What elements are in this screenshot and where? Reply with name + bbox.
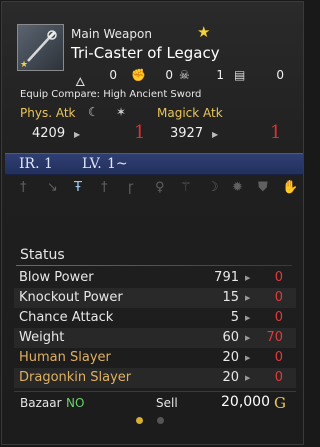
- resistance-row: 🜂 0 ✊ 0 ☠ 1 ▤ 0: [75, 68, 290, 89]
- rank-bar: IR. 1 LV. 1~: [5, 153, 303, 175]
- page-dot[interactable]: [157, 417, 164, 424]
- stat-label: Knockout Power: [19, 290, 123, 305]
- skull-icon: ☠: [179, 68, 190, 82]
- resist-value: 1: [216, 68, 224, 82]
- stat-value: 20: [222, 350, 239, 365]
- stat-value: 5: [230, 310, 239, 325]
- stat-value: 791: [214, 270, 239, 285]
- bazaar-value: NO: [66, 396, 85, 410]
- stat-row-human-slayer: Human Slayer 20 ▶ 0: [14, 348, 296, 368]
- stat-row-dragonkin-slayer: Dragonkin Slayer 20 ▶ 0: [14, 368, 296, 388]
- staff-slot-icon: Ŧ: [74, 180, 82, 195]
- gauntlet-slot-icon: ✋: [282, 180, 299, 195]
- rarity-star-small-icon: ★: [20, 60, 29, 70]
- arrow-right-icon: ▶: [245, 294, 251, 302]
- stat-label: Weight: [19, 330, 65, 345]
- ir-value: 1: [44, 156, 53, 172]
- stat-diff: 0: [274, 270, 283, 285]
- stat-diff: 0: [274, 370, 283, 385]
- shield-slot-icon: ⛊: [258, 180, 268, 195]
- stat-value: 20: [222, 370, 239, 385]
- lv-label: LV.: [82, 156, 102, 172]
- bazaar-label: Bazaar: [20, 396, 62, 410]
- arrow-slot-icon: ↘: [47, 180, 58, 195]
- phys-atk-icon: ☾: [88, 105, 99, 119]
- bow-slot-icon: ☽: [207, 180, 219, 195]
- equip-compare: Equip Compare: High Ancient Sword: [20, 89, 202, 100]
- stat-diff: 0: [274, 350, 283, 365]
- arrow-right-icon: ▶: [245, 334, 251, 342]
- stat-label: Blow Power: [19, 270, 94, 285]
- stat-value: 15: [222, 290, 239, 305]
- resist-value: 0: [165, 68, 173, 82]
- enchant-slots: † ↘ Ŧ † ɼ ♀ ⚚ ☽ ✹ ⛊ ✋: [20, 180, 300, 202]
- item-name: Tri-Caster of Legacy: [71, 44, 220, 62]
- stat-row-knockout-power: Knockout Power 15 ▶ 0: [14, 288, 296, 308]
- fist-icon: ✊: [131, 68, 146, 82]
- footer-divider: [14, 391, 296, 392]
- sell-price: 20,000: [221, 394, 270, 410]
- arrow-right-icon: ▶: [245, 374, 251, 382]
- status-title: Status: [20, 247, 65, 263]
- wand-slot-icon: ♀: [155, 180, 165, 195]
- stat-diff: 0: [274, 290, 283, 305]
- stat-row-chance-attack: Chance Attack 5 ▶ 0: [14, 308, 296, 328]
- resist-value: 0: [109, 68, 117, 82]
- arrow-right-icon: ▶: [245, 354, 251, 362]
- phys-atk-burst-icon: ✶: [116, 105, 127, 119]
- stat-label: Chance Attack: [19, 310, 114, 325]
- item-tooltip-panel: ★ Main Weapon ★ Tri-Caster of Legacy 🜂 0…: [1, 1, 304, 445]
- arrow-right-icon: ▶: [212, 130, 219, 139]
- phys-atk-value: 4209: [32, 126, 66, 141]
- gold-currency-icon: G: [274, 394, 286, 412]
- ir-label: IR.: [19, 156, 40, 172]
- rod-slot-icon: ⚚: [180, 180, 192, 195]
- stat-row-blow-power: Blow Power 791 ▶ 0: [14, 268, 296, 288]
- scythe-slot-icon: ɼ: [128, 180, 134, 195]
- weapon-icon: ★: [17, 24, 64, 71]
- resist-value: 0: [276, 68, 284, 82]
- phys-atk-label: Phys. Atk: [20, 106, 76, 120]
- item-type: Main Weapon: [71, 27, 152, 41]
- phys-atk-diff: 1: [134, 122, 146, 143]
- stat-diff: 70: [266, 330, 283, 345]
- stat-label: Dragonkin Slayer: [19, 370, 132, 385]
- magick-atk-diff: 1: [270, 122, 282, 143]
- stat-row-weight: Weight 60 ▶ 70: [14, 328, 296, 348]
- chest-icon: ▤: [234, 68, 246, 82]
- sword-slot-icon: †: [20, 180, 27, 195]
- arrow-right-icon: ▶: [245, 314, 251, 322]
- stat-value: 60: [222, 330, 239, 345]
- stat-diff: 0: [274, 310, 283, 325]
- magick-atk-label: Magick Atk: [157, 106, 223, 120]
- stat-label: Human Slayer: [19, 350, 111, 365]
- claw-slot-icon: ✹: [232, 180, 243, 195]
- favorite-star-icon[interactable]: ★: [197, 23, 210, 41]
- status-divider: [16, 265, 292, 266]
- sell-label: Sell: [156, 396, 178, 410]
- page-dot-active[interactable]: [136, 417, 143, 424]
- dagger-slot-icon: †: [101, 180, 108, 195]
- magick-atk-value: 3927: [170, 126, 204, 141]
- arrow-right-icon: ▶: [74, 130, 81, 139]
- arrow-right-icon: ▶: [245, 274, 251, 282]
- lv-value: 1~: [107, 156, 128, 172]
